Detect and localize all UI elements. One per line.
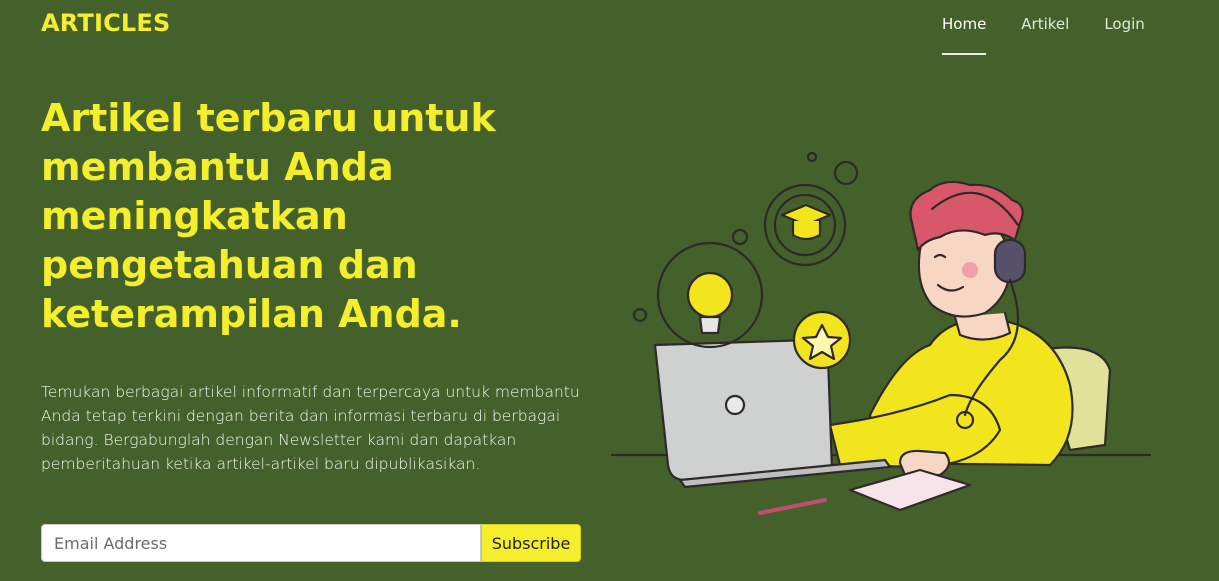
hero-description: Temukan berbagai artikel informatif dan … [41, 383, 580, 473]
nav-login[interactable]: Login [1104, 15, 1144, 55]
nav-home[interactable]: Home [942, 15, 987, 55]
brand-logo[interactable]: ARTICLES [41, 9, 170, 37]
nav-artikel[interactable]: Artikel [1021, 15, 1069, 55]
email-input[interactable] [41, 524, 481, 562]
newsletter-form: Subscribe [41, 524, 581, 562]
hero-title: Artikel terbaru untuk membantu Anda meni… [41, 96, 496, 336]
main-nav: Home Artikel Login [942, 15, 1180, 55]
hero-illustration [610, 151, 1152, 515]
subscribe-button[interactable]: Subscribe [481, 524, 581, 562]
